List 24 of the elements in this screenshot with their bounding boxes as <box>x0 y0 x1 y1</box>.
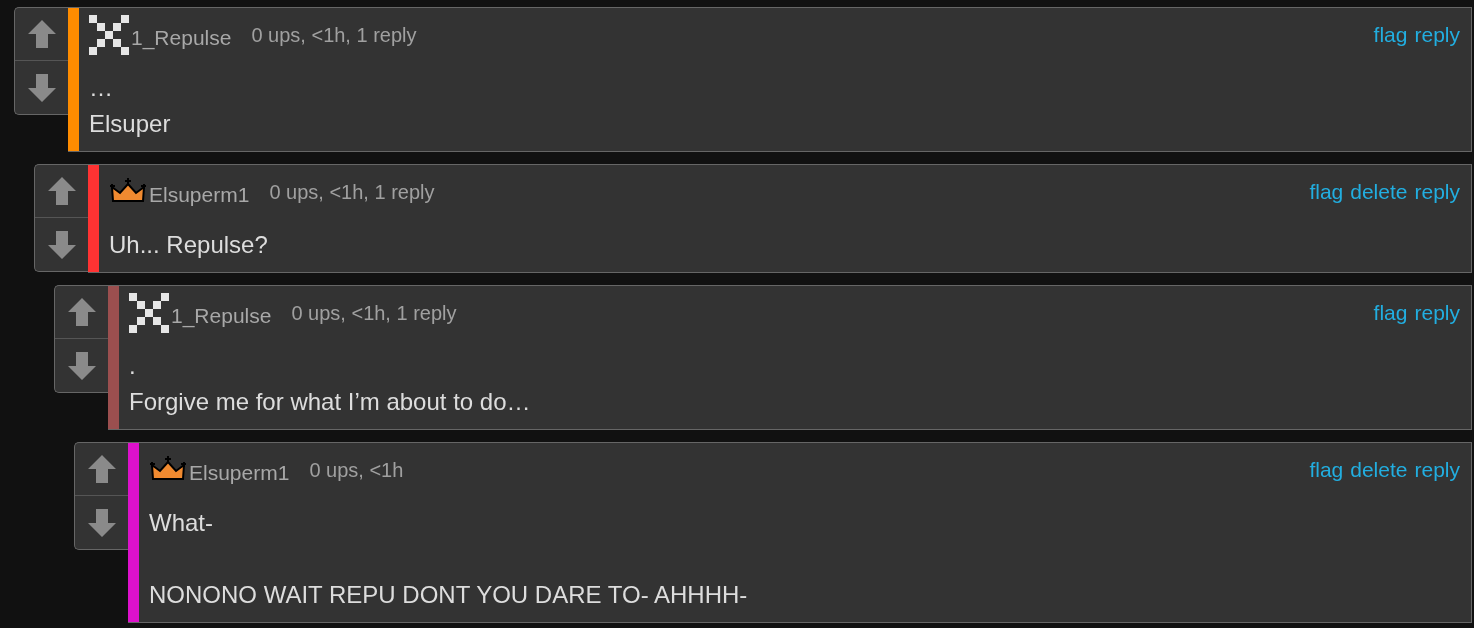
comment-meta: 0 ups, <1h <box>309 458 404 483</box>
action-link[interactable]: delete <box>1350 454 1408 486</box>
action-link[interactable]: flag <box>1373 19 1408 51</box>
action-link[interactable]: delete <box>1350 176 1408 208</box>
action-link[interactable]: reply <box>1414 19 1460 51</box>
username-link[interactable]: 1_Repulse <box>171 300 272 332</box>
username-link[interactable]: Elsuperm1 <box>189 457 290 489</box>
comment-meta: 0 ups, <1h, 1 reply <box>251 23 417 48</box>
comment-meta: 0 ups, <1h, 1 reply <box>291 301 457 326</box>
comment-text: What- NONONO WAIT REPU DONT YOU DARE TO- AHHHH- <box>149 508 749 610</box>
action-link[interactable]: flag <box>1309 454 1344 486</box>
comment-meta: 0 ups, <1h, 1 reply <box>269 180 435 205</box>
comment-text: Uh... Repulse? <box>109 230 269 260</box>
action-link[interactable]: reply <box>1414 297 1460 329</box>
username-link[interactable]: Elsuperm1 <box>149 179 250 211</box>
comment-text: … Elsuper <box>89 73 172 139</box>
action-link[interactable]: flag <box>1309 176 1344 208</box>
pixel-avatar-icon <box>89 15 129 55</box>
pixel-avatar-icon <box>129 293 169 333</box>
comment-text: . Forgive me for what I’m about to do… <box>129 351 532 417</box>
action-link[interactable]: flag <box>1373 297 1408 329</box>
action-link[interactable]: reply <box>1414 176 1460 208</box>
username-link[interactable]: 1_Repulse <box>131 22 232 54</box>
action-link[interactable]: reply <box>1414 454 1460 486</box>
